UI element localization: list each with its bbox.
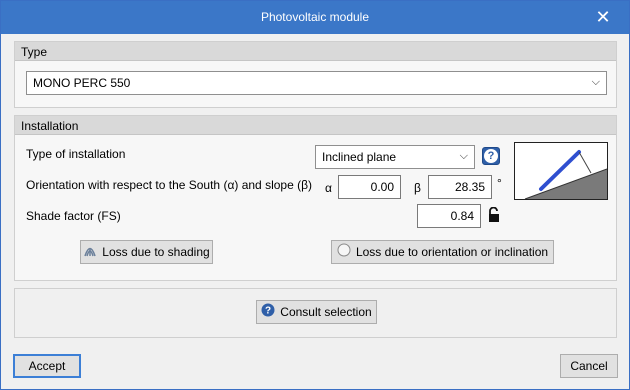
type-group: Type MONO PERC 550 ⌵ [14,41,617,108]
shade-factor-input[interactable]: 0.84 [417,204,481,228]
help-icon[interactable]: ? [482,147,500,165]
degree-symbol: ° [497,176,502,190]
shade-factor-label: Shade factor (FS) [26,209,121,223]
orientation-label: Orientation with respect to the South (α… [26,178,312,192]
chevron-down-icon: ⌵ [591,76,600,88]
inclined-plane-diagram [514,142,608,200]
accept-button[interactable]: Accept [13,354,81,378]
title-bar: Photovoltaic module ✕ [1,1,629,34]
consult-selection-label: Consult selection [280,305,372,319]
loss-shading-label: Loss due to shading [102,245,210,259]
installation-type-value: Inclined plane [322,150,397,164]
beta-symbol: β [414,181,421,195]
consult-group: ? Consult selection [14,288,617,338]
dialog-window: Photovoltaic module ✕ Type MONO PERC 550… [0,0,630,390]
module-select-value: MONO PERC 550 [33,76,131,90]
help-icon: ? [261,302,275,324]
footer: Accept Cancel [1,349,629,389]
module-select[interactable]: MONO PERC 550 ⌵ [26,71,607,95]
installation-group-header: Installation [15,116,616,135]
circle-icon [337,242,351,264]
installation-type-select[interactable]: Inclined plane ⌵ [315,145,475,169]
consult-selection-button[interactable]: ? Consult selection [256,300,377,324]
installation-group: Installation Type of installation Inclin… [14,115,617,281]
shading-icon [83,242,97,264]
unlock-icon[interactable] [487,206,501,223]
loss-orientation-label: Loss due to orientation or inclination [355,245,549,259]
alpha-symbol: α [325,181,332,195]
beta-input[interactable]: 28.35 [428,175,492,199]
type-group-header: Type [15,42,616,61]
close-icon[interactable]: ✕ [593,7,613,27]
loss-shading-button[interactable]: Loss due to shading [80,240,213,264]
svg-text:?: ? [265,305,271,316]
loss-orientation-button[interactable]: Loss due to orientation or inclination [331,240,554,264]
alpha-input[interactable]: 0.00 [338,175,401,199]
type-of-installation-label: Type of installation [26,147,126,161]
chevron-down-icon: ⌵ [459,150,468,162]
cancel-button[interactable]: Cancel [560,354,618,378]
window-title: Photovoltaic module [260,10,370,24]
